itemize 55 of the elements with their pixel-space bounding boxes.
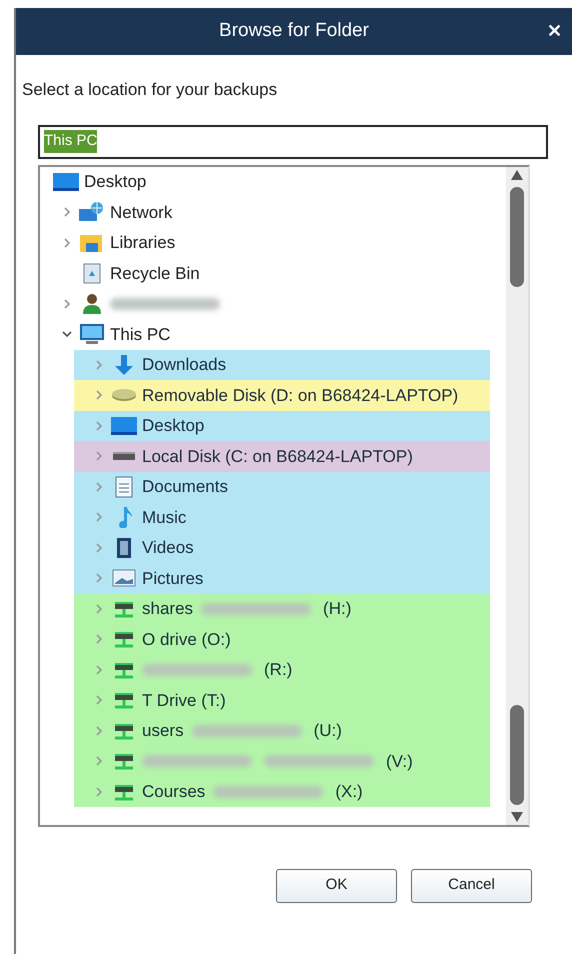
tree-row-highlight[interactable]: Videos: [74, 532, 490, 563]
field-value: This PC: [44, 130, 98, 153]
folder-name: Desktop: [84, 171, 146, 193]
folder-name: (V:): [386, 750, 413, 772]
computer-icon: [78, 323, 106, 346]
prompt-text: Select a location for your backups: [22, 79, 278, 101]
window-title: Browse for Folder: [219, 19, 369, 44]
folder-name: Removable Disk (D: on B68424-LAPTOP): [142, 384, 458, 406]
folder-name: Recycle Bin: [110, 262, 200, 284]
scroll-thumb[interactable]: [510, 704, 524, 804]
tree-row-highlight[interactable]: Documents: [74, 472, 490, 502]
scrollbar[interactable]: [506, 166, 528, 824]
monitor-icon: [110, 414, 138, 437]
folder-name: T Drive (T:): [142, 690, 226, 712]
close-button[interactable]: ✕: [547, 18, 562, 45]
folder-name: Libraries: [110, 232, 176, 254]
folder-name: Pictures: [142, 568, 204, 590]
folder-name: Downloads: [142, 354, 226, 376]
network-icon: [78, 201, 106, 224]
folder-name: (H:): [323, 598, 352, 620]
tree-row-highlight[interactable]: Local Disk (C: on B68424-LAPTOP): [74, 441, 490, 472]
folder-name: Local Disk (C: on B68424-LAPTOP): [142, 446, 413, 468]
scroll-up-icon[interactable]: [510, 168, 524, 180]
cancel-button[interactable]: Cancel: [411, 868, 532, 902]
ok-button[interactable]: OK: [276, 868, 397, 902]
tree-row-highlight[interactable]: Music: [74, 502, 490, 532]
scroll-thumb[interactable]: [510, 186, 524, 286]
folder-name: Documents: [142, 476, 228, 498]
folder-name: (R:): [264, 659, 292, 681]
folder-name: Music: [142, 506, 186, 528]
folder-name: Courses: [142, 781, 206, 803]
folder-name: Network: [110, 202, 172, 224]
tree-row-highlight[interactable]: O drive (O:): [74, 624, 490, 654]
folder-name: shares: [142, 598, 194, 620]
tree-row-highlight[interactable]: users (U:): [74, 716, 490, 746]
tree-row-highlight[interactable]: shares (H:): [74, 594, 490, 624]
tree-row-highlight[interactable]: Pictures: [74, 563, 490, 594]
tree-row-highlight[interactable]: Courses (X:): [74, 776, 490, 807]
scroll-down-icon[interactable]: [510, 810, 524, 822]
tree-row-highlight[interactable]: (V:): [74, 746, 490, 776]
folder-name: O drive (O:): [142, 628, 231, 650]
tree-row-highlight[interactable]: Desktop: [74, 410, 490, 441]
tree-row-highlight[interactable]: Downloads: [74, 350, 490, 380]
folder-name: Desktop: [142, 415, 204, 437]
folder-name: users: [142, 720, 184, 742]
picture-icon: [110, 567, 138, 590]
folder-name: Videos: [142, 537, 194, 559]
folder-name: (X:): [335, 781, 363, 803]
tree-row-highlight[interactable]: Removable Disk (D: on B68424-LAPTOP): [74, 380, 490, 410]
folder-name: This PC: [110, 324, 170, 346]
drive-icon: [110, 452, 138, 460]
tree-row-highlight[interactable]: T Drive (T:): [74, 685, 490, 716]
folder-name: (U:): [314, 720, 342, 742]
tree-row-highlight[interactable]: (R:): [74, 654, 490, 685]
monitor-icon: [52, 170, 80, 193]
